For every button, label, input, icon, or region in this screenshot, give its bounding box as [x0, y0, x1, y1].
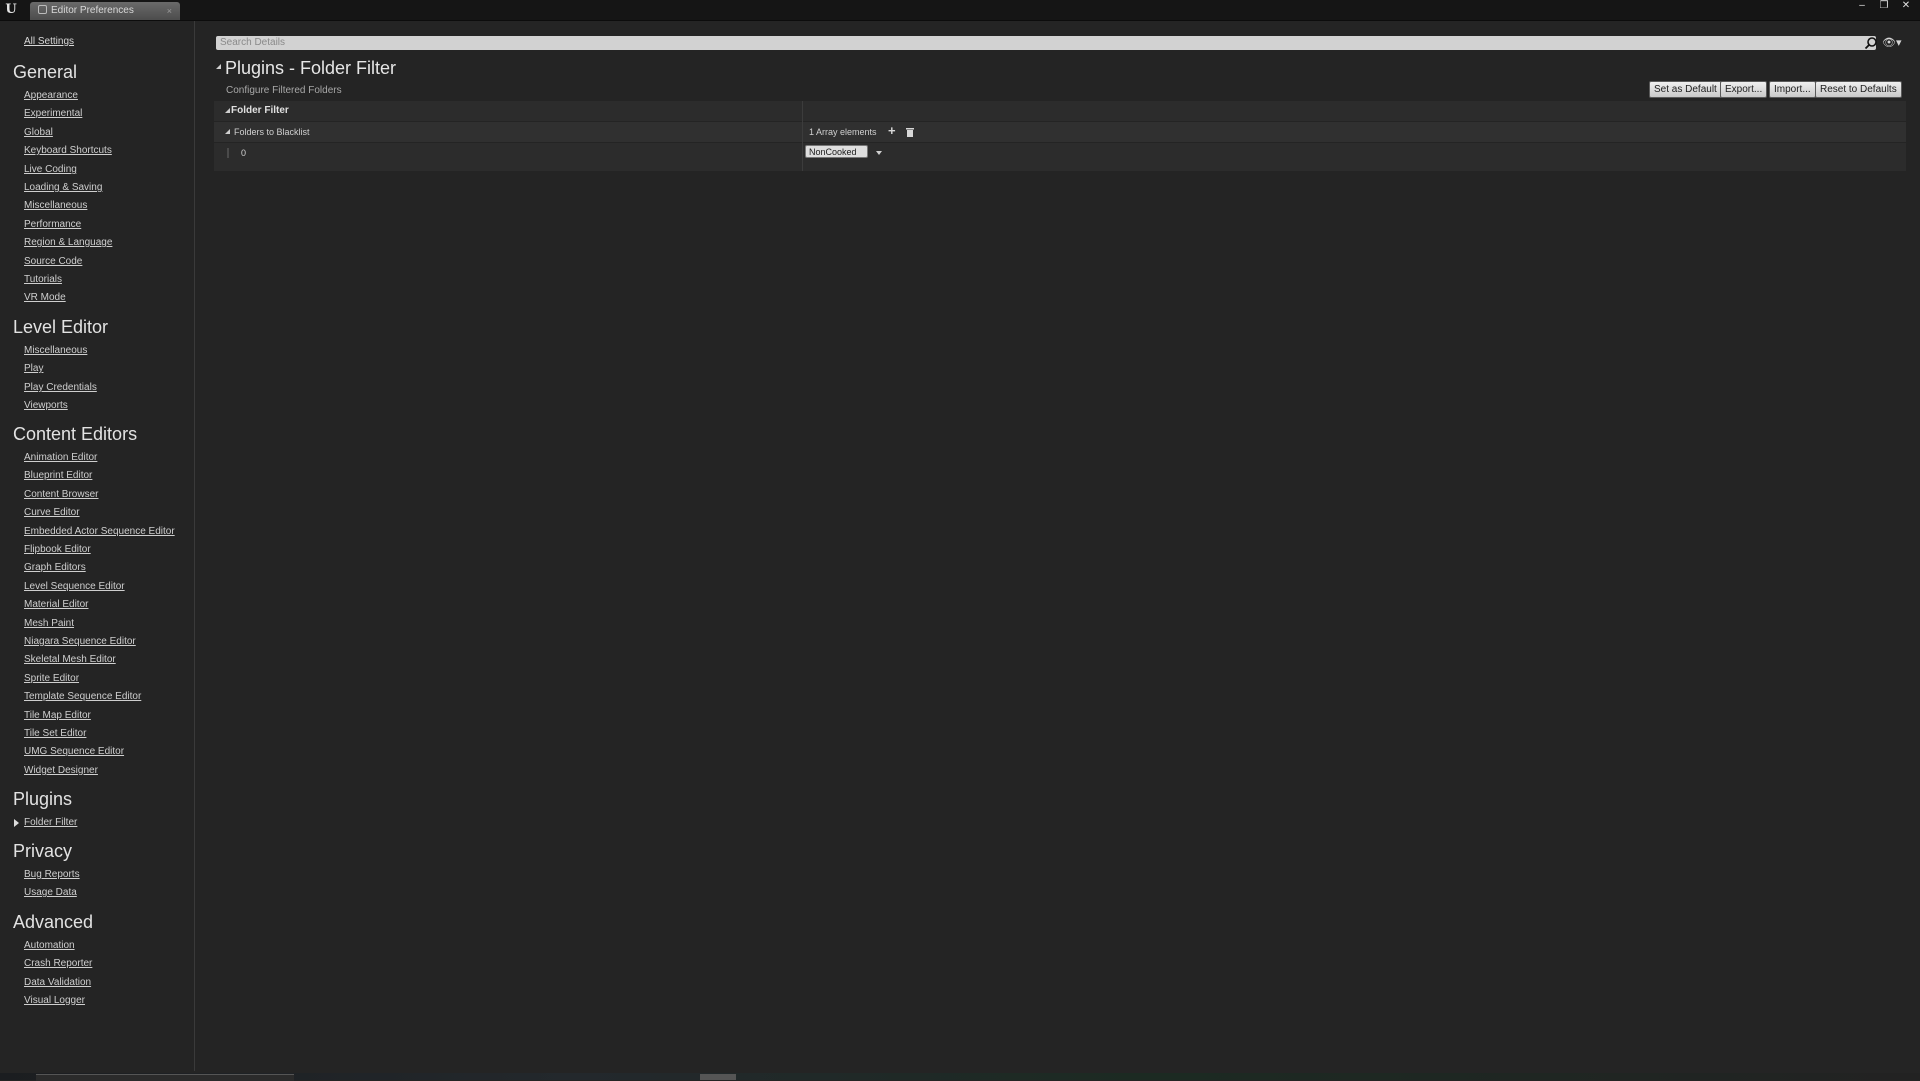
sidebar-item-embedded-actor-sequence-editor[interactable]: Embedded Actor Sequence Editor [24, 526, 175, 537]
category-content-editors: Content Editors [13, 424, 138, 444]
sidebar-item-folder-filter[interactable]: Folder Filter [24, 817, 77, 828]
sidebar-item-mesh-paint[interactable]: Mesh Paint [24, 618, 74, 629]
category-privacy: Privacy [13, 841, 73, 861]
column-splitter[interactable] [802, 101, 803, 171]
delete-elements-icon[interactable] [906, 127, 914, 137]
sidebar-item-appearance[interactable]: Appearance [24, 90, 78, 101]
all-settings-link[interactable]: All Settings [24, 36, 74, 47]
maximize-icon[interactable]: ❐ [1876, 0, 1892, 12]
tab-title: Editor Preferences [51, 5, 134, 16]
section-collapse-arrow-icon[interactable] [225, 108, 230, 113]
tab-editor-preferences[interactable]: Editor Preferences × [30, 2, 180, 20]
sidebar-item-visual-logger[interactable]: Visual Logger [24, 995, 85, 1006]
sidebar-item-material-editor[interactable]: Material Editor [24, 599, 88, 610]
sidebar-item-blueprint-editor[interactable]: Blueprint Editor [24, 470, 92, 481]
category-plugins: Plugins [13, 789, 73, 809]
reset-to-defaults-button[interactable]: Reset to Defaults [1815, 81, 1902, 98]
chevron-down-icon[interactable] [876, 151, 882, 155]
sidebar-item-tile-set-editor[interactable]: Tile Set Editor [24, 728, 86, 739]
drag-handle-icon[interactable] [227, 148, 229, 158]
sidebar-item-niagara-sequence-editor[interactable]: Niagara Sequence Editor [24, 636, 136, 647]
section-title: Folder Filter [231, 105, 289, 116]
sidebar-item-sprite-editor[interactable]: Sprite Editor [24, 673, 79, 684]
sidebar-item-animation-editor[interactable]: Animation Editor [24, 452, 97, 463]
element-index: 0 [241, 148, 247, 158]
add-element-icon[interactable]: + [888, 124, 896, 137]
page-title: Plugins - Folder Filter [225, 58, 397, 78]
visibility-options-icon[interactable]: 👁▾ [1882, 37, 1902, 49]
sidebar-item-tile-map-editor[interactable]: Tile Map Editor [24, 710, 91, 721]
category-level-editor: Level Editor [13, 317, 109, 337]
category-advanced: Advanced [13, 912, 94, 932]
sidebar-item-content-browser[interactable]: Content Browser [24, 489, 98, 500]
sidebar-item-vr-mode[interactable]: VR Mode [24, 292, 66, 303]
sidebar-item-live-coding[interactable]: Live Coding [24, 164, 77, 175]
sidebar-item-source-code[interactable]: Source Code [24, 256, 82, 267]
settings-sidebar: All Settings General Appearance Experime… [0, 21, 195, 1071]
sidebar-item-template-sequence-editor[interactable]: Template Sequence Editor [24, 691, 141, 702]
sidebar-item-miscellaneous[interactable]: Miscellaneous [24, 200, 87, 211]
export-button[interactable]: Export... [1720, 81, 1768, 98]
sidebar-item-tutorials[interactable]: Tutorials [24, 274, 62, 285]
sidebar-item-flipbook-editor[interactable]: Flipbook Editor [24, 544, 91, 555]
sidebar-item-keyboard-shortcuts[interactable]: Keyboard Shortcuts [24, 145, 112, 156]
array-element-row: 0 [214, 143, 1906, 171]
array-label: Folders to Blacklist [234, 127, 310, 137]
tab-close-icon[interactable]: × [167, 2, 172, 20]
category-general: General [13, 62, 78, 82]
search-details-input[interactable]: Search Details [216, 36, 1876, 50]
search-icon[interactable] [1864, 36, 1878, 50]
sidebar-item-level-miscellaneous[interactable]: Miscellaneous [24, 345, 87, 356]
import-button[interactable]: Import... [1769, 81, 1816, 98]
sidebar-item-play-credentials[interactable]: Play Credentials [24, 382, 97, 393]
set-as-default-button[interactable]: Set as Default [1649, 81, 1722, 98]
sidebar-item-loading-saving[interactable]: Loading & Saving [24, 182, 102, 193]
sidebar-item-automation[interactable]: Automation [24, 940, 75, 951]
sidebar-item-usage-data[interactable]: Usage Data [24, 887, 77, 898]
folder-filter-section-header[interactable]: Folder Filter [214, 101, 1906, 121]
window-controls: – ❐ ✕ [1854, 0, 1914, 12]
sidebar-item-play[interactable]: Play [24, 363, 43, 374]
title-bar: U Editor Preferences × – ❐ ✕ [0, 0, 1920, 21]
sidebar-item-graph-editors[interactable]: Graph Editors [24, 562, 86, 573]
array-collapse-arrow-icon[interactable] [225, 129, 230, 134]
sidebar-item-viewports[interactable]: Viewports [24, 400, 68, 411]
close-window-icon[interactable]: ✕ [1898, 0, 1914, 12]
minimize-icon[interactable]: – [1854, 0, 1870, 12]
taskbar-segment-active [700, 1074, 736, 1080]
sidebar-item-bug-reports[interactable]: Bug Reports [24, 869, 80, 880]
sidebar-item-performance[interactable]: Performance [24, 219, 81, 230]
sidebar-item-level-sequence-editor[interactable]: Level Sequence Editor [24, 581, 125, 592]
selected-arrow-icon [14, 819, 19, 827]
array-count: 1 Array elements [809, 127, 877, 137]
sidebar-item-global[interactable]: Global [24, 127, 53, 138]
sidebar-item-crash-reporter[interactable]: Crash Reporter [24, 958, 92, 969]
page-subtitle: Configure Filtered Folders [226, 85, 342, 96]
sidebar-item-region-language[interactable]: Region & Language [24, 237, 112, 248]
sidebar-item-skeletal-mesh-editor[interactable]: Skeletal Mesh Editor [24, 654, 116, 665]
unreal-logo-icon[interactable]: U [3, 2, 19, 18]
sidebar-item-widget-designer[interactable]: Widget Designer [24, 765, 98, 776]
title-collapse-arrow-icon[interactable] [216, 64, 221, 69]
sidebar-item-experimental[interactable]: Experimental [24, 108, 82, 119]
sidebar-item-umg-sequence-editor[interactable]: UMG Sequence Editor [24, 746, 124, 757]
sidebar-item-curve-editor[interactable]: Curve Editor [24, 507, 80, 518]
element-value-combo[interactable]: NonCooked [805, 145, 868, 158]
settings-tab-icon [38, 5, 47, 14]
sidebar-item-data-validation[interactable]: Data Validation [24, 977, 91, 988]
folders-to-blacklist-row: Folders to Blacklist 1 Array elements + [214, 122, 1906, 142]
